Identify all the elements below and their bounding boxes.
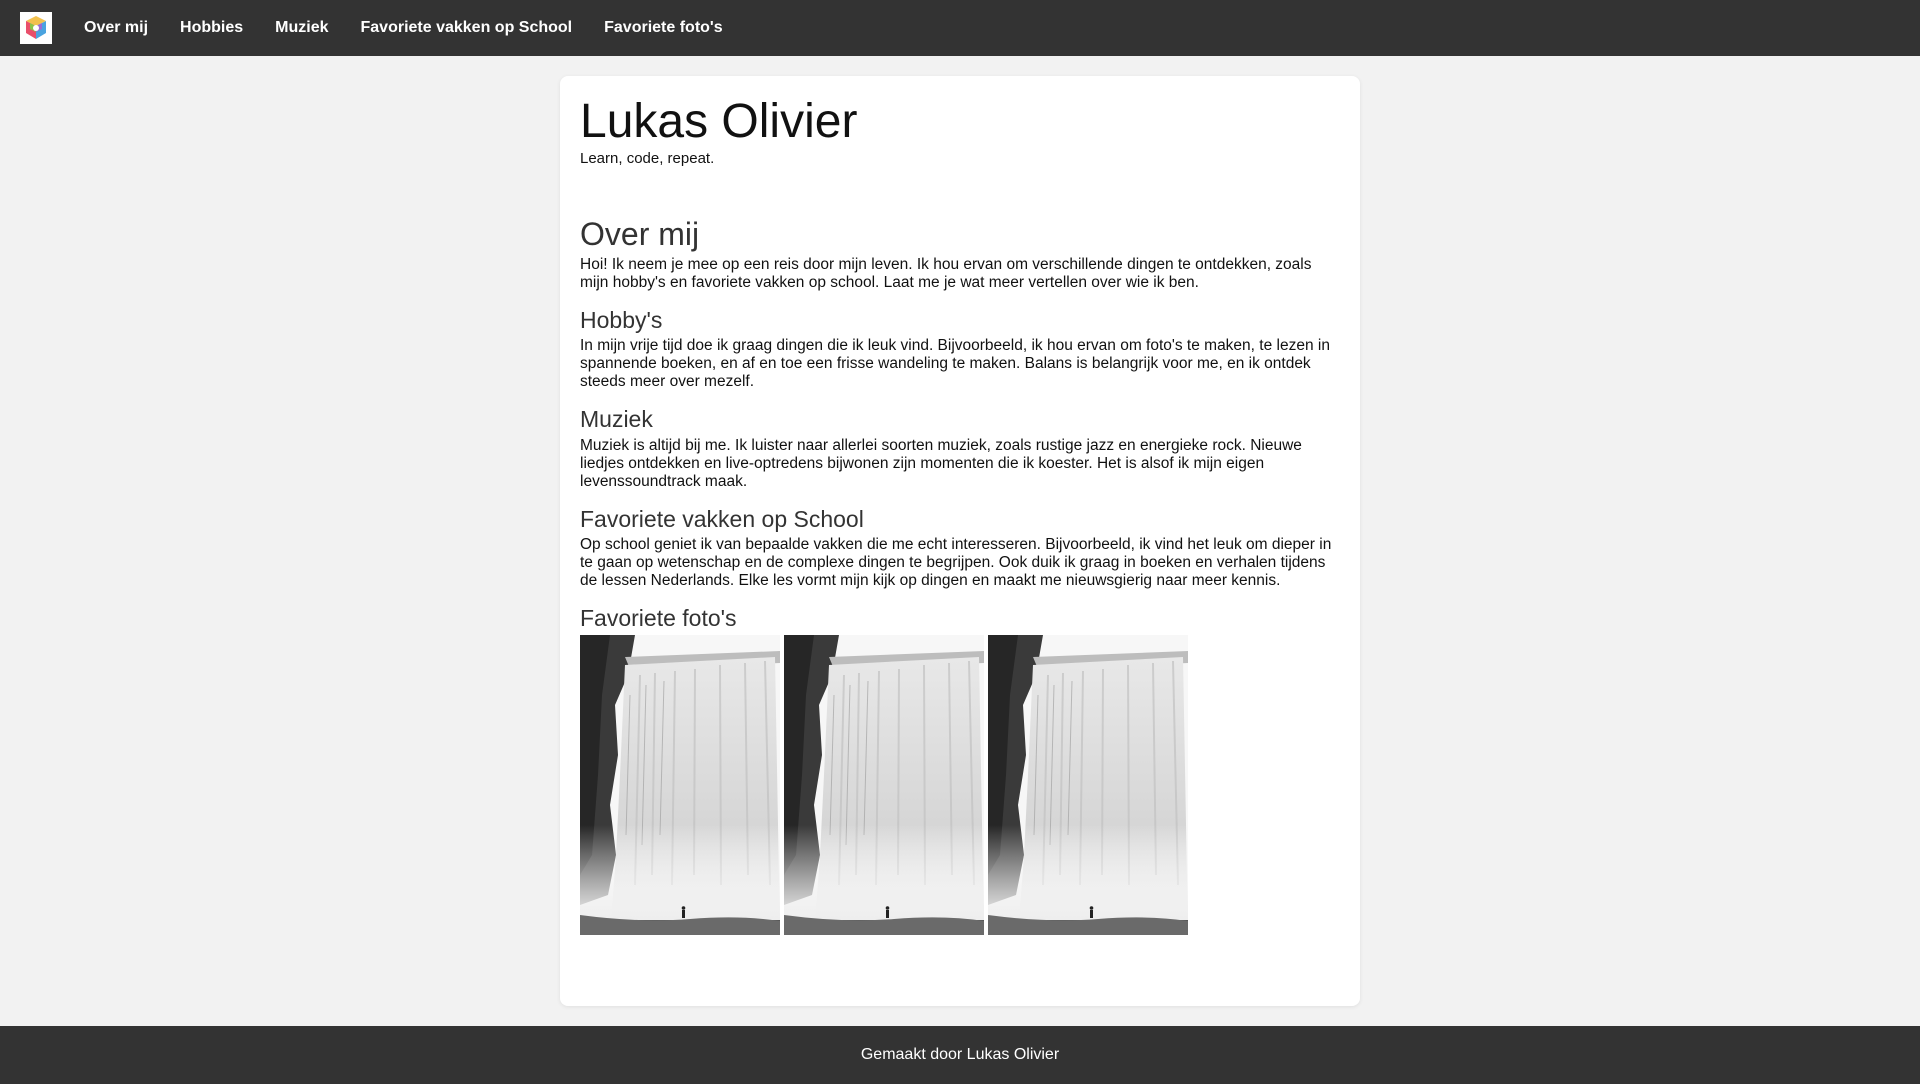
waterfall-photo — [580, 635, 780, 936]
top-navbar: Over mij Hobbies Muziek Favoriete vakken… — [0, 0, 1920, 56]
tagline: Learn, code, repeat. — [580, 150, 715, 167]
section-heading-favoriete-vakken: Favoriete vakken op School — [580, 505, 864, 532]
section-muziek: Muziek Muziek is altijd bij me. Ik luist… — [580, 407, 1340, 490]
section-heading-favoriete-fotos: Favoriete foto's — [580, 605, 737, 632]
nav-link-muziek[interactable]: Muziek — [275, 19, 328, 37]
section-text-favoriete-vakken: Op school geniet ik van bepaalde vakken … — [580, 536, 1332, 590]
colorful-cube-logo-icon[interactable] — [20, 12, 52, 44]
nav-link-favoriete-vakken[interactable]: Favoriete vakken op School — [361, 19, 573, 37]
section-text-hobbies: In mijn vrije tijd doe ik graag dingen d… — [580, 337, 1330, 391]
waterfall-photo — [784, 635, 984, 936]
nav-link-favoriete-fotos[interactable]: Favoriete foto's — [604, 19, 723, 37]
nav-link-hobbies[interactable]: Hobbies — [180, 19, 243, 37]
section-over-mij: Over mij Hoi! Ik neem je mee op een reis… — [580, 216, 1340, 292]
page-footer: Gemaakt door Lukas Olivier — [0, 1026, 1920, 1084]
section-favoriete-fotos: Favoriete foto's — [580, 605, 1340, 936]
footer-text: Gemaakt door Lukas Olivier — [860, 1046, 1060, 1063]
section-text-over-mij: Hoi! Ik neem je mee op een reis door mij… — [580, 256, 1312, 292]
photo-gallery — [580, 635, 1340, 936]
nav-link-over-mij[interactable]: Over mij — [84, 19, 148, 37]
section-heading-muziek: Muziek — [580, 406, 653, 433]
section-favoriete-vakken: Favoriete vakken op School Op school gen… — [580, 505, 1340, 590]
page-title: Lukas Olivier — [580, 95, 858, 148]
section-hobbies: Hobby's In mijn vrije tijd doe ik graag … — [580, 307, 1340, 391]
section-heading-hobbies: Hobby's — [580, 307, 663, 334]
section-text-muziek: Muziek is altijd bij me. Ik luister naar… — [580, 436, 1302, 490]
section-heading-over-mij: Over mij — [580, 216, 700, 252]
waterfall-photo — [988, 635, 1188, 936]
content-card: Lukas Olivier Learn, code, repeat. Over … — [560, 76, 1360, 1006]
